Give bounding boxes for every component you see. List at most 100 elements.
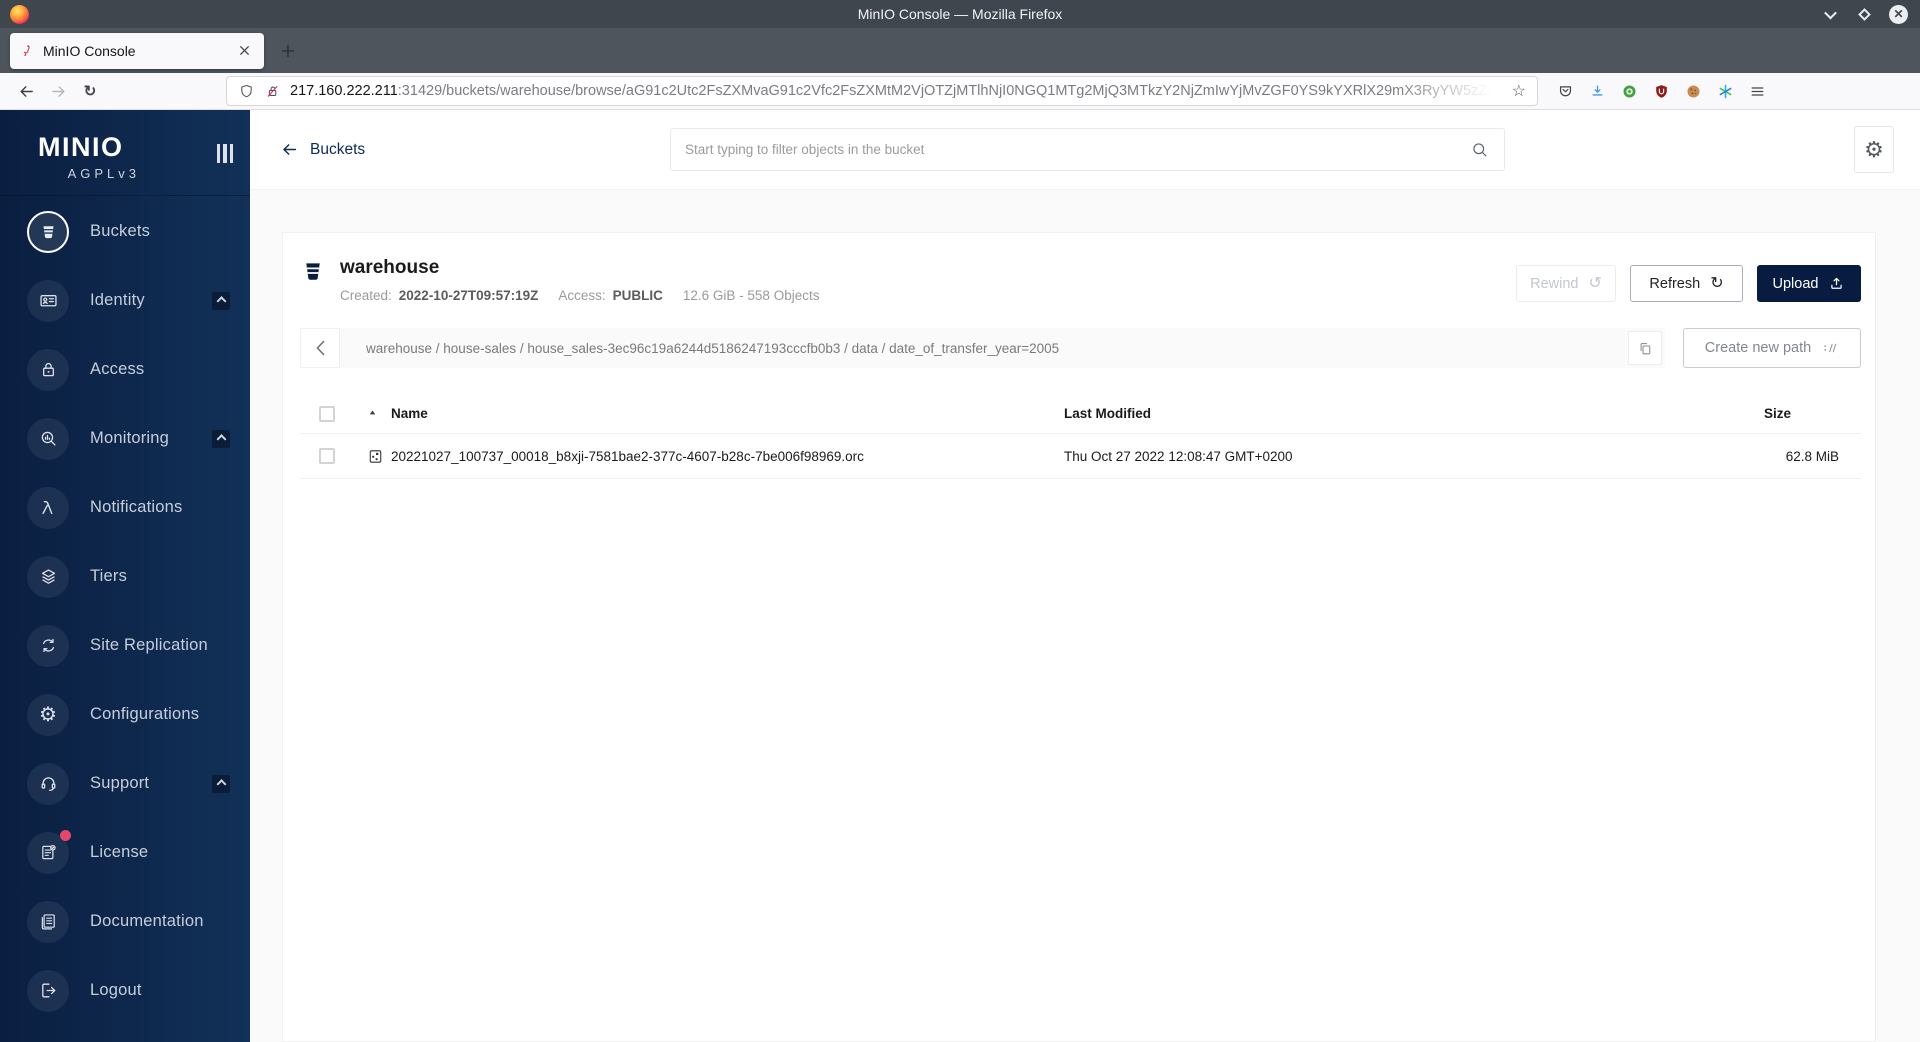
sidebar-item-logout[interactable]: Logout xyxy=(0,956,250,1025)
object-last-modified: Thu Oct 27 2022 12:08:47 GMT+0200 xyxy=(1064,448,1293,464)
window-controls: ✕ xyxy=(1821,4,1920,24)
sidebar-item-documentation[interactable]: Documentation xyxy=(0,887,250,956)
object-name: 20221027_100737_00018_b8xji-7581bae2-377… xyxy=(391,448,864,464)
chevron-up-icon[interactable] xyxy=(212,774,230,793)
tiers-layers-icon xyxy=(27,555,69,598)
access-label: Access: xyxy=(558,288,606,303)
object-filter-searchbox xyxy=(670,128,1505,171)
close-button[interactable]: ✕ xyxy=(1889,4,1908,24)
navigation-toolbar: ↻ 217.160.222.211:31429/buckets/warehous… xyxy=(0,73,1920,110)
url-bar[interactable]: 217.160.222.211:31429/buckets/warehouse/… xyxy=(226,76,1538,106)
breadcrumb-back-button[interactable] xyxy=(300,328,340,368)
cookie-icon[interactable] xyxy=(1685,83,1702,100)
maximize-button[interactable] xyxy=(1855,5,1873,23)
sidebar-item-support[interactable]: Support xyxy=(0,749,250,818)
bucket-browser-card: warehouse Created: 2022-10-27T09:57:19Z … xyxy=(282,232,1876,1042)
downloads-icon[interactable] xyxy=(1589,83,1606,100)
sidebar-item-license[interactable]: License xyxy=(0,818,250,887)
minio-favicon-icon xyxy=(19,43,34,58)
upload-button[interactable]: Upload xyxy=(1757,265,1861,302)
search-input[interactable] xyxy=(685,142,1470,157)
rewind-button[interactable]: Rewind ↺ xyxy=(1516,265,1616,302)
minimize-button[interactable] xyxy=(1821,5,1839,23)
main-area: MINIO AGPLv3 Buckets Identity Access Mon… xyxy=(0,110,1920,1042)
bucket-icon xyxy=(300,257,326,285)
column-header-name[interactable]: Name xyxy=(391,406,428,421)
back-to-buckets-link[interactable]: Buckets xyxy=(280,140,365,159)
rewind-icon: ↺ xyxy=(1588,274,1602,292)
replication-arrows-icon xyxy=(27,624,69,667)
objects-table: Name Last Modified Size 20221027_100737_… xyxy=(300,394,1861,479)
minio-logo: MINIO AGPLv3 xyxy=(38,132,140,181)
lock-icon xyxy=(27,348,69,391)
back-button[interactable] xyxy=(10,77,42,106)
window-titlebar: MinIO Console — Mozilla Firefox ✕ xyxy=(0,0,1920,28)
sidebar-item-site-replication[interactable]: Site Replication xyxy=(0,611,250,680)
sort-asc-icon[interactable] xyxy=(367,408,378,419)
bucket-title: warehouse xyxy=(340,257,440,278)
multi-account-asterisk-icon[interactable] xyxy=(1717,83,1734,100)
license-document-icon xyxy=(27,829,71,874)
copy-icon xyxy=(1640,342,1650,354)
headset-icon xyxy=(27,762,69,805)
sidebar-item-access[interactable]: Access xyxy=(0,335,250,404)
bookmark-star-icon[interactable]: ☆ xyxy=(1512,81,1526,101)
tab-title: MinIO Console xyxy=(43,42,136,59)
new-tab-button[interactable] xyxy=(272,35,304,67)
column-header-size[interactable]: Size xyxy=(1691,406,1861,421)
tab-close-icon[interactable] xyxy=(233,40,255,62)
lambda-icon xyxy=(27,486,69,529)
reload-button[interactable]: ↻ xyxy=(74,77,106,106)
arrow-left-icon xyxy=(283,144,297,155)
sidebar: MINIO AGPLv3 Buckets Identity Access Mon… xyxy=(0,110,250,1042)
insecure-lock-icon[interactable] xyxy=(264,83,281,100)
table-header-row: Name Last Modified Size xyxy=(300,394,1861,434)
sidebar-item-tiers[interactable]: Tiers xyxy=(0,542,250,611)
documentation-book-icon xyxy=(27,900,69,943)
shield-icon[interactable] xyxy=(238,83,255,100)
content-area: Buckets ⚙ xyxy=(250,110,1920,1042)
url-text: 217.160.222.211:31429/buckets/warehouse/… xyxy=(290,83,1503,99)
copy-path-button[interactable] xyxy=(1628,331,1662,365)
chevron-up-icon[interactable] xyxy=(212,429,230,448)
created-label: Created: xyxy=(340,288,392,303)
refresh-button[interactable]: Refresh ↻ xyxy=(1630,265,1743,302)
usage-value: 12.6 GiB - 558 Objects xyxy=(682,288,820,303)
browser-tab[interactable]: MinIO Console xyxy=(10,32,264,69)
bucket-meta: Created: 2022-10-27T09:57:19Z Access: PU… xyxy=(340,288,819,303)
breadcrumb-path: warehouse / house-sales / house_sales-3e… xyxy=(366,340,1060,356)
row-checkbox[interactable] xyxy=(319,448,335,464)
logout-icon xyxy=(27,969,69,1012)
pocket-icon[interactable] xyxy=(1557,83,1574,100)
chevron-up-icon[interactable] xyxy=(212,291,230,310)
select-all-checkbox[interactable] xyxy=(319,405,335,422)
sidebar-item-configurations[interactable]: ⚙ Configurations xyxy=(0,680,250,749)
sidebar-item-identity[interactable]: Identity xyxy=(0,266,250,335)
license-type-label: AGPLv3 xyxy=(67,166,140,181)
sidebar-item-notifications[interactable]: Notifications xyxy=(0,473,250,542)
column-header-modified[interactable]: Last Modified xyxy=(1064,406,1691,421)
buckets-icon xyxy=(27,210,69,253)
ublock-shield-icon[interactable] xyxy=(1653,83,1670,100)
sidebar-collapse-icon[interactable] xyxy=(216,144,233,163)
sidebar-item-buckets[interactable]: Buckets xyxy=(0,197,250,266)
extension-green-icon[interactable] xyxy=(1621,83,1638,100)
toolbar-extensions xyxy=(1557,83,1766,100)
create-new-path-button[interactable]: Create new path xyxy=(1683,328,1861,368)
bucket-header: warehouse Created: 2022-10-27T09:57:19Z … xyxy=(300,257,1861,303)
gear-icon: ⚙ xyxy=(27,693,69,736)
created-value: 2022-10-27T09:57:19Z xyxy=(398,288,539,303)
tab-bar: MinIO Console xyxy=(0,28,1920,73)
content-header: Buckets ⚙ xyxy=(250,110,1920,190)
sidebar-menu: Buckets Identity Access Monitoring Notif… xyxy=(0,195,250,1025)
license-alert-badge xyxy=(60,829,71,841)
identity-card-icon xyxy=(27,279,69,322)
settings-button[interactable]: ⚙ xyxy=(1854,126,1894,173)
menu-hamburger-icon[interactable] xyxy=(1749,83,1766,100)
forward-button[interactable] xyxy=(42,77,74,106)
object-row[interactable]: 20221027_100737_00018_b8xji-7581bae2-377… xyxy=(300,434,1861,479)
breadcrumb-bar: warehouse / house-sales / house_sales-3e… xyxy=(300,328,1665,368)
upload-icon xyxy=(1831,277,1843,289)
monitoring-search-icon xyxy=(27,417,69,460)
sidebar-item-monitoring[interactable]: Monitoring xyxy=(0,404,250,473)
